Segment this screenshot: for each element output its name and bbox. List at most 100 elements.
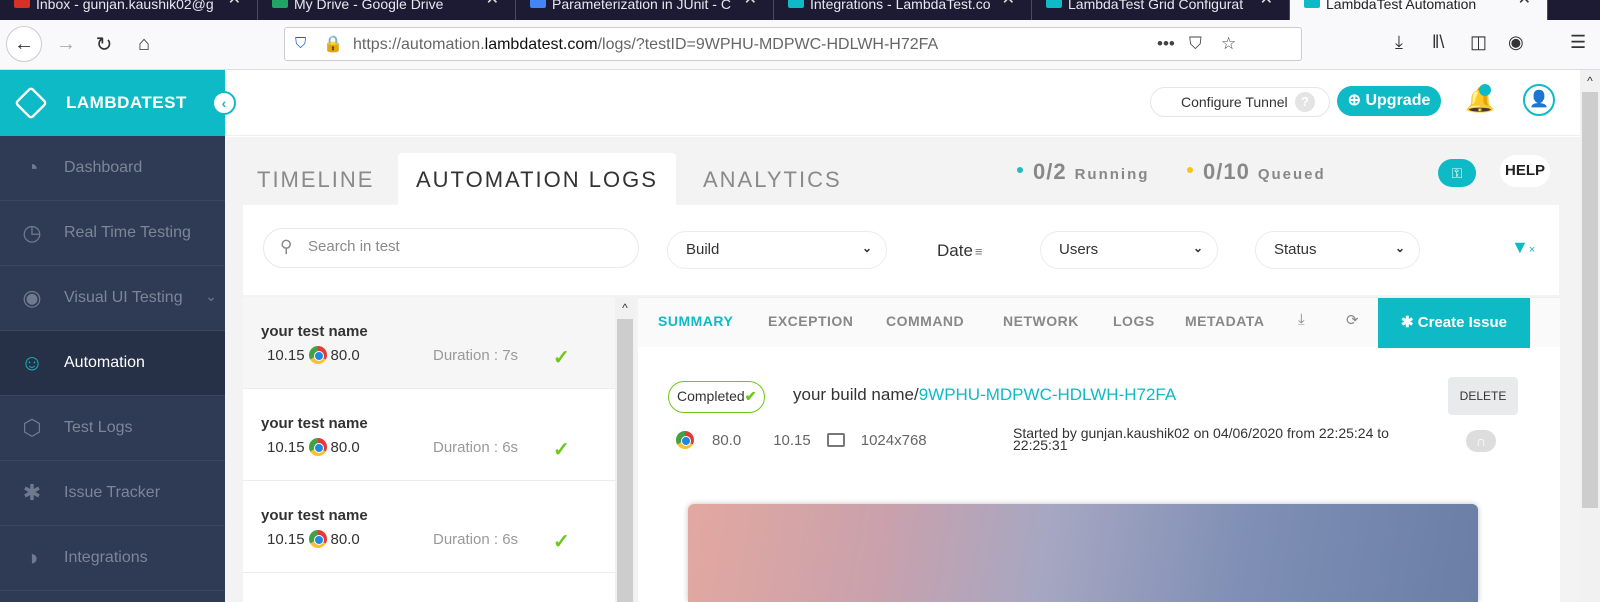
scrollbar-thumb[interactable] bbox=[1582, 92, 1598, 508]
create-issue-button[interactable]: ✱ Create Issue bbox=[1378, 298, 1530, 348]
status-dropdown[interactable]: Status ⌄ bbox=[1255, 231, 1420, 269]
build-dropdown[interactable]: Build ⌄ bbox=[667, 231, 887, 269]
test-detail-panel: SUMMARY EXCEPTION COMMAND NETWORK LOGS M… bbox=[638, 297, 1560, 602]
account-icon[interactable]: ◉ bbox=[1508, 32, 1524, 53]
tab-metadata[interactable]: METADATA bbox=[1185, 313, 1264, 329]
access-key-button[interactable]: ⚿ bbox=[1438, 159, 1476, 187]
lock-icon[interactable]: 🔒 bbox=[323, 34, 343, 54]
library-icon[interactable]: ‖\ bbox=[1432, 32, 1444, 53]
detail-tabs: SUMMARY EXCEPTION COMMAND NETWORK LOGS M… bbox=[638, 297, 1560, 348]
forward-button[interactable]: → bbox=[50, 28, 82, 60]
tab-exception[interactable]: EXCEPTION bbox=[768, 313, 853, 329]
lambdatest-favicon-icon bbox=[1304, 0, 1320, 8]
user-avatar-icon[interactable]: 👤 bbox=[1523, 84, 1555, 116]
app-header: Configure Tunnel? ⊕ Upgrade 🔔 👤 bbox=[225, 70, 1580, 136]
close-tab-icon[interactable]: ✕ bbox=[228, 0, 241, 8]
browser-tab[interactable]: My Drive - Google Drive✕ bbox=[258, 0, 516, 20]
page-scrollbar[interactable]: ^ bbox=[1580, 70, 1600, 602]
tab-summary[interactable]: SUMMARY bbox=[658, 313, 733, 329]
browser-tab[interactable]: LambdaTest Grid Configurat✕ bbox=[1032, 0, 1290, 20]
tab-analytics[interactable]: ANALYTICS bbox=[703, 153, 842, 209]
status-badge: Completed✔ bbox=[668, 381, 766, 413]
scrollbar-thumb[interactable] bbox=[617, 319, 633, 602]
close-tab-icon[interactable]: ✕ bbox=[744, 0, 757, 8]
tab-timeline[interactable]: TIMELINE bbox=[257, 153, 374, 209]
scroll-up-arrow-icon[interactable]: ^ bbox=[615, 297, 635, 319]
download-icon[interactable]: ⤓ bbox=[1298, 311, 1305, 328]
check-icon: ✔ bbox=[744, 388, 757, 404]
test-list: your test name 10.15 80.0 Duration : 7s ✓… bbox=[243, 297, 615, 602]
arrow-up-circle-icon: ⊕ bbox=[1347, 92, 1362, 109]
tab-automation-logs[interactable]: AUTOMATION LOGS bbox=[398, 153, 676, 209]
sidebar-item-real-time-testing[interactable]: ◷ Real Time Testing bbox=[0, 201, 225, 266]
collapse-sidebar-button[interactable]: ‹ bbox=[212, 91, 236, 115]
clock-icon: ◷ bbox=[22, 220, 42, 245]
sidebar-toggle-icon[interactable]: ◫ bbox=[1470, 32, 1487, 53]
browser-tab-active[interactable]: LambdaTest Automation✕ bbox=[1290, 0, 1548, 20]
eye-window-icon: ◉ bbox=[22, 285, 42, 310]
sort-lines-icon: ≡ bbox=[974, 244, 983, 259]
delete-button[interactable]: DELETE bbox=[1448, 377, 1518, 415]
sidebar-item-test-logs[interactable]: ⬡ Test Logs bbox=[0, 396, 225, 461]
close-tab-icon[interactable]: ✕ bbox=[1518, 0, 1531, 8]
passed-check-icon: ✓ bbox=[553, 347, 570, 369]
main-content: TIMELINE AUTOMATION LOGS ANALYTICS 0/2 R… bbox=[225, 137, 1580, 602]
chevron-down-icon[interactable]: ⌄ bbox=[205, 288, 217, 305]
search-field[interactable]: ⚲ bbox=[263, 228, 639, 268]
upgrade-button[interactable]: ⊕ Upgrade bbox=[1337, 86, 1441, 116]
brand[interactable]: LAMBDATEST bbox=[0, 70, 225, 136]
chevron-down-icon: ⌄ bbox=[1192, 241, 1203, 255]
sidebar-item-automation[interactable]: ☺ Automation bbox=[0, 331, 225, 396]
sidebar-item-visual-ui-testing[interactable]: ◉ Visual UI Testing ⌄ bbox=[0, 266, 225, 331]
tab-logs[interactable]: LOGS bbox=[1113, 313, 1155, 329]
gmail-favicon-icon bbox=[14, 0, 30, 8]
tab-network[interactable]: NETWORK bbox=[1003, 313, 1079, 329]
back-button[interactable]: ← bbox=[6, 26, 42, 62]
downloads-icon[interactable]: ⤓ bbox=[1395, 32, 1403, 53]
sidebar-item-dashboard[interactable]: ◔ Dashboard bbox=[0, 136, 225, 201]
test-id-link[interactable]: 9WPHU-MDPWC-HDLWH-H72FA bbox=[919, 385, 1177, 404]
home-button[interactable]: ⌂ bbox=[128, 28, 160, 60]
test-screenshot-thumbnail[interactable] bbox=[688, 504, 1478, 602]
lambdatest-favicon-icon bbox=[1046, 0, 1062, 8]
environment-info: 80.0 10.15 1024x768 bbox=[676, 431, 943, 449]
monitor-icon bbox=[826, 433, 845, 447]
sidebar-item-integrations[interactable]: ◑ Integrations bbox=[0, 526, 225, 591]
chevron-down-icon: ⌄ bbox=[861, 241, 872, 255]
configure-tunnel-button[interactable]: Configure Tunnel? bbox=[1150, 87, 1330, 117]
search-input[interactable] bbox=[308, 238, 608, 255]
date-sort[interactable]: Date ≡ bbox=[937, 241, 983, 261]
clear-filters-icon[interactable]: ▼× bbox=[1511, 237, 1535, 258]
help-question-icon[interactable]: ? bbox=[1295, 92, 1315, 112]
close-tab-icon[interactable]: ✕ bbox=[486, 0, 499, 8]
page-actions-icon[interactable]: ••• bbox=[1157, 34, 1175, 54]
notifications-bell-icon[interactable]: 🔔 bbox=[1465, 84, 1495, 115]
browser-tab[interactable]: Inbox - gunjan.kaushik02@g✕ bbox=[0, 0, 258, 20]
chrome-icon bbox=[676, 431, 694, 449]
scroll-up-arrow-icon[interactable]: ^ bbox=[1580, 70, 1600, 92]
bookmark-star-icon[interactable]: ☆ bbox=[1221, 34, 1236, 54]
sidebar-item-issue-tracker[interactable]: ✱ Issue Tracker bbox=[0, 461, 225, 526]
queued-dot bbox=[1187, 167, 1193, 173]
new-tab-button[interactable] bbox=[1548, 0, 1588, 20]
test-list-scrollbar[interactable]: ^ bbox=[615, 297, 635, 602]
browser-tab[interactable]: Parameterization in JUnit - C✕ bbox=[516, 0, 774, 20]
pocket-icon[interactable]: ⛉ bbox=[1189, 34, 1202, 54]
help-button[interactable]: HELP bbox=[1500, 155, 1550, 187]
tunnel-toggle[interactable]: ∩ bbox=[1466, 430, 1496, 452]
test-list-item[interactable]: your test name 10.15 80.0 Duration : 6s ✓ bbox=[243, 481, 615, 573]
test-list-item[interactable]: your test name 10.15 80.0 Duration : 6s ✓ bbox=[243, 389, 615, 481]
close-tab-icon[interactable]: ✕ bbox=[1002, 0, 1015, 8]
refresh-icon[interactable]: ⟳ bbox=[1346, 311, 1359, 329]
close-tab-icon[interactable]: ✕ bbox=[1260, 0, 1273, 8]
menu-icon[interactable]: ☰ bbox=[1570, 32, 1586, 53]
key-icon: ⚿ bbox=[1451, 165, 1463, 181]
address-bar[interactable]: ⛉ 🔒 https://automation.lambdatest.com/lo… bbox=[284, 27, 1302, 61]
tab-command[interactable]: COMMAND bbox=[886, 313, 964, 329]
url-text[interactable]: https://automation.lambdatest.com/logs/?… bbox=[353, 36, 938, 54]
tracking-shield-icon[interactable]: ⛉ bbox=[295, 35, 306, 52]
users-dropdown[interactable]: Users ⌄ bbox=[1040, 231, 1218, 269]
reload-button[interactable]: ↻ bbox=[88, 28, 120, 60]
test-list-item[interactable]: your test name 10.15 80.0 Duration : 7s ✓ bbox=[243, 297, 615, 389]
browser-tab[interactable]: Integrations - LambdaTest.co✕ bbox=[774, 0, 1032, 20]
